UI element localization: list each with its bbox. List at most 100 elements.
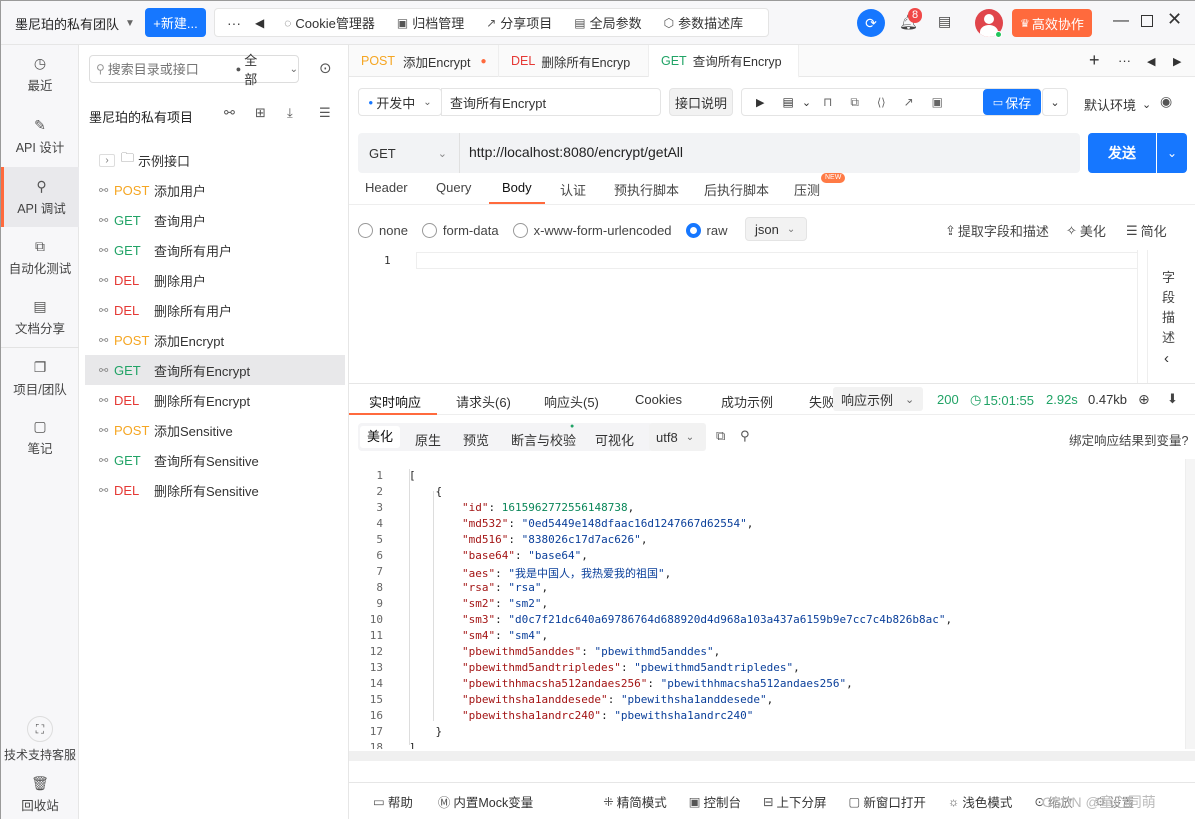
body-editor[interactable]: 1 — [349, 250, 1147, 383]
resp-tab-cookies[interactable]: Cookies — [635, 392, 682, 407]
body-type-form-data[interactable]: form-data — [421, 223, 499, 238]
beautify-button[interactable]: ✧ 美化 — [1066, 221, 1106, 240]
view-assertions[interactable]: 断言与校验 — [511, 430, 576, 449]
resp-tab-success-example[interactable]: 成功示例 — [721, 392, 773, 411]
view-visualize[interactable]: 可视化 — [595, 430, 634, 449]
view-preview[interactable]: 预览 — [463, 430, 489, 449]
doc-icon[interactable]: ▤ — [782, 95, 793, 109]
footer-console[interactable]: ▣ 控制台 — [689, 792, 741, 811]
link-icon[interactable]: ⚯ — [224, 105, 235, 121]
more-icon[interactable]: ··· — [227, 15, 241, 31]
url-input[interactable]: http://localhost:8080/encrypt/getAll — [469, 144, 683, 160]
tree-api-item[interactable]: ⚯ POST 添加用户 — [85, 175, 345, 205]
tree-api-item[interactable]: ⚯ GET 查询所有Sensitive — [85, 445, 345, 475]
response-body[interactable]: 1 [2 {3 "id": 1615962772556148738, 4 "md53… — [349, 459, 1195, 749]
add-tab-icon[interactable]: + — [1089, 50, 1100, 71]
field-desc-panel[interactable]: 字段描述 ‹ — [1147, 250, 1195, 383]
tab-next-icon[interactable]: ▶ — [1173, 55, 1181, 68]
new-folder-icon[interactable]: ⊞ — [255, 105, 266, 121]
rail-trash[interactable]: 🗑︎ 回收站 — [1, 769, 79, 819]
rail-project-team[interactable]: ❐ 项目/团队 — [1, 349, 79, 407]
env-select[interactable]: 默认环境 ⌄ — [1084, 95, 1151, 114]
minimize-icon[interactable]: — — [1113, 12, 1129, 30]
subtab-pre-script[interactable]: 预执行脚本 — [614, 180, 679, 199]
method-select[interactable]: GET ⌄ — [369, 146, 454, 161]
subtab-query[interactable]: Query — [436, 180, 471, 195]
external-icon[interactable]: ↗ — [904, 95, 914, 109]
archive-button[interactable]: ▣ 归档管理 — [397, 13, 464, 32]
collapse-left-icon[interactable]: ◀ — [255, 16, 264, 30]
rail-support[interactable]: ⛶ 技术支持客服 — [1, 710, 79, 768]
footer-theme[interactable]: ☼ 浅色模式 — [948, 792, 1012, 811]
cookie-manager-button[interactable]: ◌ Cookie管理器 — [284, 13, 375, 32]
body-type-urlencoded[interactable]: x-www-form-urlencoded — [512, 223, 672, 238]
resp-tab-failure[interactable]: 失败 — [809, 392, 835, 411]
view-raw[interactable]: 原生 — [415, 430, 441, 449]
tab-get-all-encrypt[interactable]: GET 查询所有Encryp — [649, 45, 799, 78]
tab-del-all-encrypt[interactable]: DEL 删除所有Encryp — [499, 45, 649, 77]
response-example-select[interactable]: 响应示例 ⌄ — [833, 387, 923, 411]
copy-icon[interactable]: ⧉ — [850, 95, 859, 110]
send-button[interactable]: 发送 — [1088, 133, 1156, 173]
resp-tab-live[interactable]: 实时响应 — [369, 392, 421, 411]
run-icon[interactable]: ▶ — [756, 96, 764, 109]
team-selector[interactable]: 墨尼珀的私有团队 ▼ — [15, 14, 135, 33]
tree-api-item[interactable]: ⚯ DEL 删除所有用户 — [85, 295, 345, 325]
footer-split[interactable]: ⊟ 上下分屏 — [763, 792, 827, 811]
clipboard-icon[interactable]: ▤ — [938, 13, 951, 30]
rail-api-design[interactable]: ✎ API 设计 — [1, 107, 79, 165]
h-scroll-track[interactable] — [349, 751, 1195, 761]
subtab-header[interactable]: Header — [365, 180, 408, 195]
tree-api-item[interactable]: ⚯ DEL 删除用户 — [85, 265, 345, 295]
raw-format-select[interactable]: json ⌄ — [745, 217, 807, 241]
close-icon[interactable]: ✕ — [1167, 9, 1182, 30]
rail-notes[interactable]: ▢ 笔记 — [1, 408, 79, 466]
param-library-button[interactable]: ⬡ 参数描述库 — [664, 13, 744, 32]
subtab-auth[interactable]: 认证 — [560, 180, 586, 199]
rail-automation[interactable]: ⧉ 自动化测试 — [1, 228, 79, 286]
search-icon[interactable]: ⚲ — [740, 428, 750, 444]
encoding-select[interactable]: utf8 ⌄ — [649, 423, 706, 451]
resp-tab-req-headers[interactable]: 请求头(6) — [456, 392, 511, 411]
tab-prev-icon[interactable]: ◀ — [1147, 55, 1155, 68]
resp-tab-resp-headers[interactable]: 响应头(5) — [544, 392, 599, 411]
scroll-track[interactable] — [1137, 250, 1147, 383]
extract-fields-button[interactable]: ⇪ 提取字段和描述 — [945, 221, 1049, 240]
search-input[interactable] — [107, 61, 228, 77]
simplify-button[interactable]: ☰ 简化 — [1126, 221, 1167, 240]
image-icon[interactable]: ▣ — [932, 95, 943, 109]
request-name-input[interactable]: 查询所有Encrypt — [441, 88, 661, 116]
bind-variable-link[interactable]: 绑定响应结果到变量? — [1069, 430, 1188, 449]
locate-icon[interactable]: ⊙ — [319, 59, 332, 77]
tree-api-item[interactable]: ⚯ GET 查询所有Encrypt — [85, 355, 345, 385]
subtab-body[interactable]: Body — [502, 180, 532, 195]
subtab-load-test[interactable]: 压测 — [794, 180, 820, 199]
tab-more-icon[interactable]: ··· — [1118, 53, 1131, 68]
v-scroll-track[interactable] — [1185, 459, 1195, 749]
save-dropdown[interactable]: ⌄ — [1042, 88, 1068, 116]
rail-recent[interactable]: ◷ 最近 — [1, 45, 79, 103]
tab-post-add-encrypt[interactable]: POST 添加Encrypt ● — [349, 45, 499, 77]
tree-api-item[interactable]: ⚯ GET 查询用户 — [85, 205, 345, 235]
collapse-icon[interactable]: ☰ — [319, 105, 331, 121]
new-button[interactable]: +新建... — [145, 8, 206, 37]
copy-icon[interactable]: ⧉ — [716, 428, 725, 444]
globe-icon[interactable]: ⊕ — [1138, 391, 1150, 408]
send-dropdown[interactable]: ⌄ — [1157, 133, 1187, 173]
tree-folder[interactable]: › 🗀︎ 示例接口 — [85, 145, 345, 175]
sync-icon[interactable]: ⟳ — [857, 9, 885, 37]
chevron-down-icon[interactable]: ⌄ — [802, 96, 811, 109]
maximize-icon[interactable] — [1141, 15, 1153, 27]
code-icon[interactable]: ⟨⟩ — [877, 96, 886, 109]
body-type-raw[interactable]: raw — [685, 223, 728, 238]
footer-help[interactable]: ▭ 帮助 — [373, 792, 413, 811]
subtab-post-script[interactable]: 后执行脚本 — [704, 180, 769, 199]
footer-new-window[interactable]: ▢ 新窗口打开 — [849, 792, 926, 811]
upgrade-button[interactable]: ♛ 高效协作 — [1012, 9, 1092, 37]
tree-api-item[interactable]: ⚯ POST 添加Encrypt — [85, 325, 345, 355]
lock-icon[interactable]: ⊓ — [823, 95, 832, 109]
tree-api-item[interactable]: ⚯ DEL 删除所有Sensitive — [85, 475, 345, 505]
global-params-button[interactable]: ▤ 全局参数 — [574, 13, 641, 32]
status-select[interactable]: ● 开发中 ⌄ — [358, 88, 442, 116]
share-project-button[interactable]: ↗ 分享项目 — [486, 13, 552, 32]
